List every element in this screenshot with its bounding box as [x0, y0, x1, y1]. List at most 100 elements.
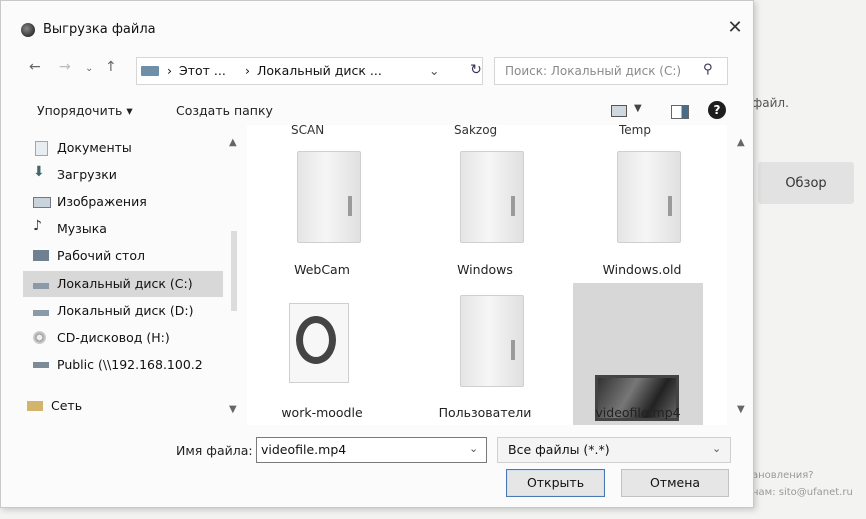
folder-item-webcam[interactable]: WebCam	[257, 139, 387, 291]
file-name: WebCam	[294, 262, 350, 277]
nav-item-cd-drive[interactable]: CD-дисковод (H:)	[23, 325, 223, 351]
nav-item-pictures[interactable]: Изображения	[23, 189, 223, 215]
nav-scrollbar-thumb[interactable]	[231, 231, 237, 311]
dialog-titlebar[interactable]: Выгрузка файла ✕	[1, 1, 753, 43]
file-list-pane: SCAN Sakzog Temp WebCam Windows Windows.…	[247, 125, 727, 425]
file-name: work-moodle	[281, 405, 363, 420]
background-footer-line1: ановления?	[752, 470, 814, 481]
filename-value: videofile.mp4	[261, 442, 347, 457]
nav-item-local-disk-c[interactable]: Локальный диск (C:)	[23, 271, 223, 297]
music-icon: ♪	[33, 218, 42, 234]
address-separator: ›	[245, 63, 250, 78]
dialog-title: Выгрузка файла	[43, 22, 156, 37]
nav-item-label: Локальный диск (C:)	[57, 276, 193, 291]
documents-icon	[35, 141, 48, 156]
file-item-work-moodle[interactable]: work-moodle	[257, 283, 387, 425]
cancel-button[interactable]: Отмена	[621, 469, 729, 497]
drive-icon	[33, 310, 49, 316]
nav-item-label: Сеть	[51, 398, 83, 413]
file-name: Пользователи	[438, 405, 532, 420]
address-segment-local-disk[interactable]: Локальный диск ...	[257, 63, 382, 78]
nav-item-public-network-share[interactable]: Public (\\192.168.100.2	[23, 352, 223, 378]
moodle-icon	[289, 303, 349, 383]
folder-icon	[617, 151, 681, 243]
nav-item-local-disk-d[interactable]: Локальный диск (D:)	[23, 298, 223, 324]
background-footer-line2: нам: sito@ufanet.ru	[752, 487, 853, 498]
partial-item-label: Sakzog	[454, 125, 498, 137]
view-options-icon[interactable]	[611, 105, 627, 117]
help-icon[interactable]: ?	[708, 101, 726, 119]
folder-icon	[460, 295, 524, 387]
close-button[interactable]: ✕	[721, 15, 749, 41]
back-arrow-icon[interactable]: ←	[29, 59, 41, 75]
folder-icon	[460, 151, 524, 243]
search-placeholder: Поиск: Локальный диск (C:)	[505, 64, 682, 78]
folder-item-users[interactable]: Пользователи	[420, 283, 550, 425]
nav-item-label: CD-дисковод (H:)	[57, 330, 170, 345]
browse-button[interactable]: Обзор	[758, 162, 854, 204]
refresh-icon[interactable]: ↻	[464, 57, 488, 83]
nav-item-label: Рабочий стол	[57, 248, 145, 263]
desktop-icon	[33, 250, 49, 261]
network-drive-icon	[33, 362, 49, 368]
computer-icon	[141, 66, 159, 76]
nav-scroll-up-icon[interactable]: ▲	[229, 137, 237, 148]
moodle-logo-icon	[296, 316, 336, 364]
file-type-chevron-icon[interactable]: ⌄	[712, 442, 721, 455]
address-bar[interactable]: › Этот ... › Локальный диск ... ⌄	[136, 57, 483, 85]
files-scroll-up-icon[interactable]: ▲	[737, 137, 745, 148]
search-icon[interactable]: ⚲	[703, 62, 713, 77]
recent-locations-chevron-icon[interactable]: ⌄	[85, 63, 93, 74]
address-segment-this-pc[interactable]: Этот ...	[179, 63, 226, 78]
up-arrow-icon[interactable]: ↑	[105, 59, 117, 75]
folder-item-windows-old[interactable]: Windows.old	[577, 139, 707, 291]
files-scroll-down-icon[interactable]: ▼	[737, 404, 745, 415]
view-dropdown-chevron-icon[interactable]: ▼	[634, 103, 642, 114]
background-instruction-text: файл.	[752, 96, 789, 110]
file-name: Windows	[457, 262, 513, 277]
organize-button[interactable]: Упорядочить ▾	[37, 103, 133, 118]
preview-pane-icon[interactable]	[671, 105, 689, 119]
nav-scroll-down-icon[interactable]: ▼	[229, 404, 237, 415]
folder-icon	[297, 151, 361, 243]
forward-arrow-icon[interactable]: →	[59, 59, 71, 75]
nav-item-network[interactable]: Сеть	[23, 393, 223, 419]
folder-item-windows[interactable]: Windows	[420, 139, 550, 291]
file-type-value: Все файлы (*.*)	[508, 442, 610, 457]
nav-item-label: Public (\\192.168.100.2	[57, 357, 203, 372]
pictures-icon	[33, 197, 51, 208]
dialog-footer: Имя файла: videofile.mp4 ⌄ Все файлы (*.…	[1, 431, 753, 507]
filename-input[interactable]: videofile.mp4 ⌄	[256, 437, 487, 463]
nav-item-label: Документы	[57, 140, 132, 155]
nav-item-label: Загрузки	[57, 167, 117, 182]
file-name: videofile.mp4	[595, 405, 681, 420]
filename-history-chevron-icon[interactable]: ⌄	[469, 442, 478, 455]
nav-item-downloads[interactable]: ⬇ Загрузки	[23, 162, 223, 188]
nav-item-desktop[interactable]: Рабочий стол	[23, 243, 223, 269]
address-separator: ›	[167, 63, 172, 78]
search-input[interactable]: Поиск: Локальный диск (C:) ⚲	[494, 57, 728, 85]
file-upload-dialog: Выгрузка файла ✕ ← → ⌄ ↑ › Этот ... › Ло…	[0, 0, 754, 508]
cd-drive-icon	[33, 331, 46, 344]
command-toolbar: Упорядочить ▾ Создать папку ▼ ?	[1, 97, 753, 125]
file-type-select[interactable]: Все файлы (*.*) ⌄	[497, 437, 731, 463]
partial-item-label: Temp	[619, 125, 651, 137]
nav-item-label: Изображения	[57, 194, 147, 209]
open-button[interactable]: Открыть	[506, 469, 605, 497]
drive-icon	[33, 283, 49, 289]
file-name: Windows.old	[602, 262, 682, 277]
nav-item-documents[interactable]: Документы	[23, 135, 223, 161]
navigation-bar: ← → ⌄ ↑ › Этот ... › Локальный диск ... …	[1, 57, 753, 85]
address-dropdown-chevron-icon[interactable]: ⌄	[429, 63, 439, 78]
nav-item-music[interactable]: ♪ Музыка	[23, 216, 223, 242]
nav-item-label: Музыка	[57, 221, 107, 236]
new-folder-button[interactable]: Создать папку	[176, 103, 273, 118]
network-icon	[27, 401, 43, 411]
nav-item-label: Локальный диск (D:)	[57, 303, 194, 318]
partial-item-label: SCAN	[291, 125, 325, 137]
file-item-videofile[interactable]: videofile.mp4	[573, 283, 703, 425]
filename-label: Имя файла:	[176, 443, 253, 458]
downloads-icon: ⬇	[33, 164, 45, 180]
app-icon	[21, 23, 35, 37]
navigation-pane: Документы ⬇ Загрузки Изображения ♪ Музык…	[23, 131, 241, 423]
